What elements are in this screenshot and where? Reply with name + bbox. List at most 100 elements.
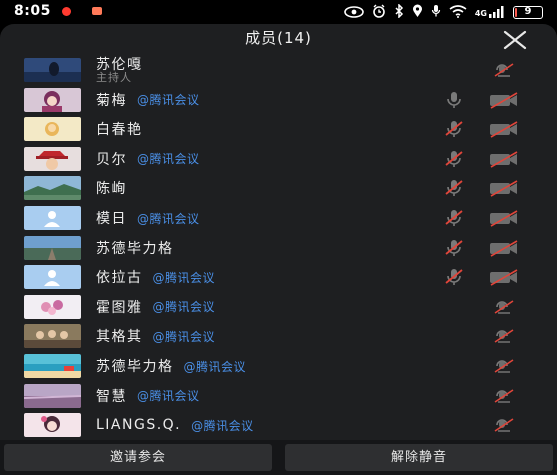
invite-button[interactable]: 邀请参会 [4,444,272,471]
camera-off-icon[interactable] [488,268,520,286]
avatar [24,413,81,438]
member-name-group: 菊梅 @腾讯会议 [96,85,200,115]
member-name: 苏德毕力格 [96,240,174,257]
mic-muted-icon[interactable] [442,209,466,227]
avatar [24,265,81,290]
camera-off-icon[interactable] [488,120,520,138]
sheet-header: 成员(14) [0,24,557,54]
mic-icon[interactable] [442,91,466,109]
member-row[interactable]: 苏德毕力格 @腾讯会议 [0,351,557,381]
member-row[interactable]: 霍图雅 @腾讯会议 [0,292,557,322]
avatar [24,117,81,142]
member-row[interactable]: 模日 @腾讯会议 [0,203,557,233]
member-row[interactable]: 陈峋 [0,173,557,203]
member-source-tag: @腾讯会议 [191,418,254,433]
avatar [24,235,81,260]
member-name: 白春艳 [96,122,143,139]
member-name-group: 苏德毕力格 [96,233,174,263]
member-name: 霍图雅 [96,299,143,316]
alarm-icon [372,3,386,22]
notification-app-icon [92,7,102,15]
avatar [24,146,81,171]
mic-muted-icon[interactable] [442,120,466,138]
member-name: LIANGS.Q. [96,417,182,434]
member-source-tag: @腾讯会议 [137,152,200,167]
member-row[interactable]: LIANGS.Q. @腾讯会议 [0,410,557,440]
mic-off-icon[interactable] [488,416,520,434]
member-source-tag: @腾讯会议 [137,211,200,226]
battery-icon: 9 [513,5,543,19]
member-row[interactable]: 智慧 @腾讯会议 [0,381,557,411]
signal-label: 4G [474,9,487,18]
member-row[interactable]: 白春艳 [0,114,557,144]
status-time: 8:05 [14,3,51,19]
avatar [24,324,81,349]
cellular-signal-icon: 4G [475,6,505,18]
battery-label: 9 [524,5,532,17]
member-role: 主持人 [96,71,132,84]
location-icon [412,3,423,22]
avatar [24,354,81,378]
member-name-group: 其格其 @腾讯会议 [96,321,215,351]
member-row[interactable]: 贝尔 @腾讯会议 [0,144,557,174]
member-source-tag: @腾讯会议 [137,93,200,108]
mic-muted-icon[interactable] [442,239,466,257]
member-name-group: 依拉古 @腾讯会议 [96,262,215,292]
member-row[interactable]: 菊梅 @腾讯会议 [0,85,557,115]
microphone-status-icon [431,3,441,22]
members-sheet: 成员(14) 苏伦嘎 主持人 菊梅 @腾讯会议 白春艳 贝尔 @腾讯会议 陈峋 模日 @腾讯会议苏… [0,24,557,475]
member-source-tag: @腾讯会议 [137,389,200,404]
mic-off-icon[interactable] [488,298,520,316]
close-button[interactable] [501,30,529,50]
member-name: 依拉古 [96,270,143,287]
member-name: 苏德毕力格 [96,359,174,375]
mic-off-icon[interactable] [488,327,520,345]
mic-muted-icon[interactable] [442,150,466,168]
camera-off-icon[interactable] [488,150,520,168]
mic-off-icon[interactable] [488,357,520,375]
members-title: 成员(14) [245,29,312,47]
member-name-group: 苏德毕力格 @腾讯会议 [96,351,246,381]
member-name: 陈峋 [96,181,127,198]
avatar [24,383,81,408]
camera-off-icon[interactable] [488,239,520,257]
member-source-tag: @腾讯会议 [152,300,216,315]
avatar [24,87,81,112]
member-name-group: 贝尔 @腾讯会议 [96,144,200,174]
mic-off-icon[interactable] [488,61,520,79]
member-name: 其格其 [96,329,143,346]
mic-muted-icon[interactable] [442,179,466,197]
member-name: 智慧 [96,388,127,405]
bluetooth-icon [394,2,404,22]
avatar [24,58,81,82]
eye-icon [344,3,364,22]
status-bar: 8:05 4G 9 [0,0,557,24]
member-row[interactable]: 苏德毕力格 [0,233,557,263]
member-name-group: 霍图雅 @腾讯会议 [96,292,215,322]
mic-muted-icon[interactable] [442,268,466,286]
member-row[interactable]: 依拉古 @腾讯会议 [0,262,557,292]
camera-off-icon[interactable] [488,91,520,109]
camera-off-icon[interactable] [488,179,520,198]
wifi-icon [449,3,467,22]
member-name: 菊梅 [96,92,127,109]
unmute-button[interactable]: 解除静音 [285,444,553,471]
member-source-tag: @腾讯会议 [183,359,247,374]
member-row[interactable]: 其格其 @腾讯会议 [0,321,557,351]
footer-bar: 邀请参会 解除静音 [0,440,557,475]
mic-off-icon[interactable] [488,387,520,405]
member-row[interactable]: 苏伦嘎 主持人 [0,55,557,85]
member-name-group: 智慧 @腾讯会议 [96,381,200,411]
camera-off-icon[interactable] [488,209,520,227]
member-name: 模日 [96,211,127,227]
status-icons: 4G 9 [344,2,543,22]
avatar [24,294,81,319]
member-name-group: 白春艳 [96,114,143,144]
member-name: 贝尔 [96,151,127,168]
close-icon [503,30,527,50]
notification-dot-icon [62,7,71,16]
member-source-tag: @腾讯会议 [152,329,216,344]
member-name-group: LIANGS.Q. @腾讯会议 [96,410,254,440]
member-name-group: 模日 @腾讯会议 [96,203,200,233]
member-name-group: 陈峋 [96,173,127,203]
